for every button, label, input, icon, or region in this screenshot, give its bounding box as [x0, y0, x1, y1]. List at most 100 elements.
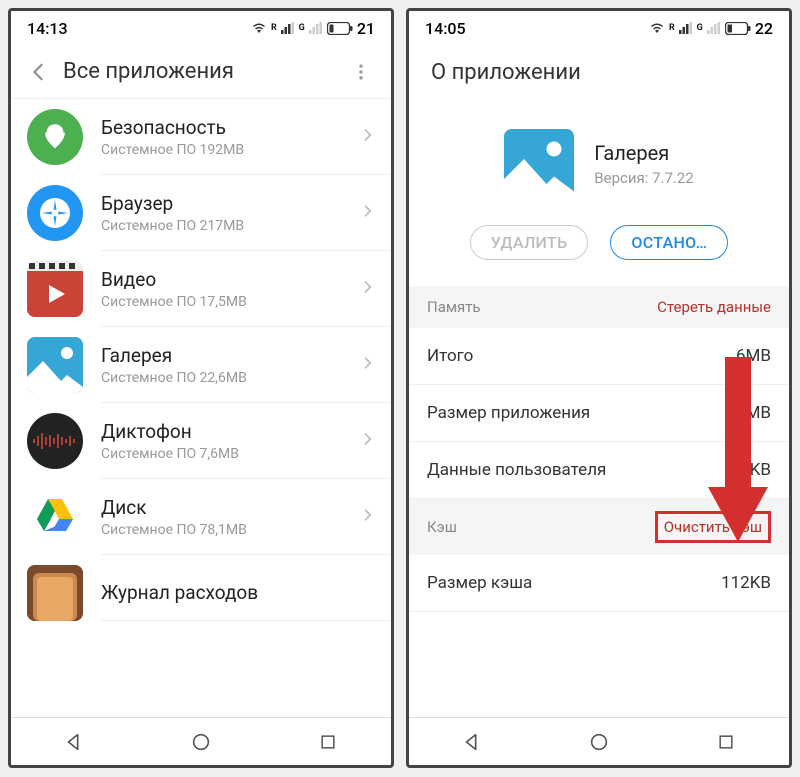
chevron-right-icon: [355, 431, 379, 451]
square-icon: [716, 732, 736, 752]
status-time: 14:13: [27, 19, 68, 38]
app-name: Браузер: [101, 192, 355, 217]
circle-icon: [190, 731, 212, 753]
chevron-right-icon: [355, 355, 379, 375]
stop-button[interactable]: ОСТАНО…: [610, 225, 728, 260]
battery-text: 21: [357, 19, 375, 38]
drive-icon: [27, 489, 83, 545]
info-label: Размер кэша: [427, 573, 532, 593]
square-icon: [318, 732, 338, 752]
nav-bar: [409, 717, 789, 765]
app-detail-head: Галерея Версия: 7.7.22: [409, 99, 789, 217]
info-row-total: Итого 6MB: [409, 328, 789, 385]
info-row-cachesize: Размер кэша 112KB: [409, 555, 789, 612]
app-row-gallery[interactable]: Галерея Системное ПО 22,6MB: [11, 327, 391, 403]
wifi-icon: [649, 22, 665, 34]
info-value: MB: [746, 403, 771, 423]
info-label: Размер приложения: [427, 403, 590, 423]
memory-section-head: Память Стереть данные: [409, 286, 789, 328]
app-name: Безопасность: [101, 116, 355, 141]
app-row-expenses[interactable]: Журнал расходов: [11, 555, 391, 621]
expenses-icon: [27, 565, 83, 621]
nav-home[interactable]: [584, 727, 614, 757]
detail-app-name: Галерея: [594, 141, 693, 165]
phone-right: 14:05 R G 22 О приложении Галерея Версия…: [406, 8, 792, 768]
app-name: Диск: [101, 496, 355, 521]
app-detail: Галерея Версия: 7.7.22 УДАЛИТЬ ОСТАНО… П…: [409, 99, 789, 717]
status-time: 14:05: [425, 19, 466, 38]
app-sub: Системное ПО 78,1MB: [101, 522, 355, 538]
cache-section-head: Кэш Очистить кэш: [409, 499, 789, 555]
nav-back[interactable]: [59, 727, 89, 757]
cache-title: Кэш: [427, 518, 457, 536]
wifi-icon: [251, 22, 267, 34]
status-bar: 14:13 R G 21: [11, 11, 391, 45]
clear-data-action[interactable]: Стереть данные: [657, 298, 771, 316]
status-icons: R G 22: [649, 19, 773, 38]
info-row-userdata: Данные пользователя 96KB: [409, 442, 789, 499]
status-icons: R G 21: [251, 19, 375, 38]
info-value: 96KB: [731, 460, 771, 480]
chevron-right-icon: [355, 127, 379, 147]
app-name: Видео: [101, 268, 355, 293]
page-title: О приложении: [417, 60, 779, 85]
status-bar: 14:05 R G 22: [409, 11, 789, 45]
nav-recent[interactable]: [711, 727, 741, 757]
more-vert-icon: [351, 62, 371, 82]
app-sub: Системное ПО 22,6MB: [101, 370, 355, 386]
app-name: Галерея: [101, 344, 355, 369]
button-row: УДАЛИТЬ ОСТАНО…: [409, 217, 789, 286]
phone-left: 14:13 R G 21 Все приложения Безопасность: [8, 8, 394, 768]
nav-bar: [11, 717, 391, 765]
signal2-icon: [707, 22, 721, 34]
back-button[interactable]: [19, 52, 59, 92]
app-sub: Системное ПО 17,5MB: [101, 294, 355, 310]
nav-back[interactable]: [457, 727, 487, 757]
memory-title: Память: [427, 298, 481, 316]
nav-home[interactable]: [186, 727, 216, 757]
chevron-left-icon: [28, 61, 50, 83]
battery-text: 22: [755, 19, 773, 38]
gallery-icon: [27, 337, 83, 393]
triangle-left-icon: [461, 731, 483, 753]
detail-app-version: Версия: 7.7.22: [594, 169, 693, 187]
nav-recent[interactable]: [313, 727, 343, 757]
security-icon: [27, 109, 83, 165]
signal-icon: [679, 22, 693, 34]
chevron-right-icon: [355, 279, 379, 299]
circle-icon: [588, 731, 610, 753]
app-header: О приложении: [409, 45, 789, 99]
triangle-left-icon: [63, 731, 85, 753]
app-header: Все приложения: [11, 45, 391, 99]
video-icon: [27, 261, 83, 317]
app-sub: Системное ПО 217MB: [101, 218, 355, 234]
info-value: 112KB: [721, 573, 771, 593]
chevron-right-icon: [355, 203, 379, 223]
clear-cache-action[interactable]: Очистить кэш: [655, 511, 771, 543]
app-row-video[interactable]: Видео Системное ПО 17,5MB: [11, 251, 391, 327]
recorder-icon: [27, 413, 83, 469]
app-sub: Системное ПО 7,6MB: [101, 446, 355, 462]
battery-icon: [725, 22, 751, 35]
info-row-appsize: Размер приложения MB: [409, 385, 789, 442]
signal2-icon: [309, 22, 323, 34]
delete-button[interactable]: УДАЛИТЬ: [470, 225, 589, 260]
app-row-browser[interactable]: Браузер Системное ПО 217MB: [11, 175, 391, 251]
gallery-icon: [504, 129, 574, 199]
signal-icon: [281, 22, 295, 34]
app-sub: Системное ПО 192MB: [101, 142, 355, 158]
page-title: Все приложения: [59, 59, 341, 84]
app-name: Журнал расходов: [101, 581, 379, 606]
app-row-recorder[interactable]: Диктофон Системное ПО 7,6MB: [11, 403, 391, 479]
info-label: Данные пользователя: [427, 460, 606, 480]
info-label: Итого: [427, 346, 473, 366]
battery-icon: [327, 22, 353, 35]
app-row-security[interactable]: Безопасность Системное ПО 192MB: [11, 99, 391, 175]
more-button[interactable]: [341, 52, 381, 92]
app-row-drive[interactable]: Диск Системное ПО 78,1MB: [11, 479, 391, 555]
info-value: 6MB: [736, 346, 771, 366]
app-name: Диктофон: [101, 420, 355, 445]
browser-icon: [27, 185, 83, 241]
app-list[interactable]: Безопасность Системное ПО 192MB Браузер …: [11, 99, 391, 717]
chevron-right-icon: [355, 507, 379, 527]
